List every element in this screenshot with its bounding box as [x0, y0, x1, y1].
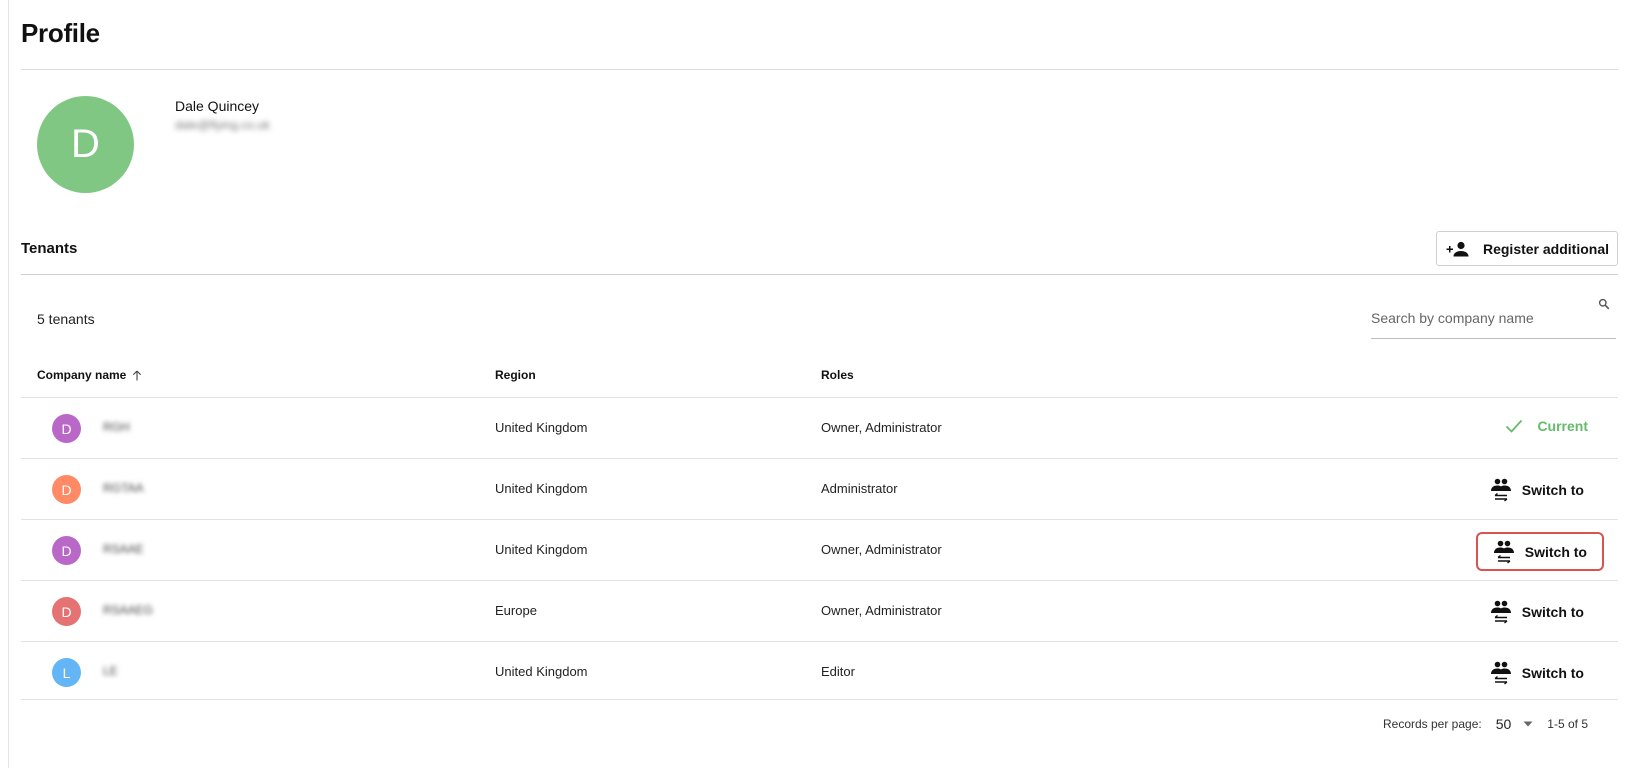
company-name: LE — [103, 664, 118, 678]
roles: Editor — [821, 664, 855, 679]
page-range: 1-5 of 5 — [1547, 717, 1588, 731]
switch-tenant-icon — [1490, 600, 1511, 624]
roles: Owner, Administrator — [821, 603, 942, 618]
roles: Owner, Administrator — [821, 542, 942, 557]
switch-to-button[interactable]: Switch to — [1475, 532, 1604, 571]
tenant-avatar-letter: D — [61, 603, 72, 620]
table-row: D RGTAA United Kingdom Administrator Swi… — [21, 458, 1618, 520]
tenant-count: 5 tenants — [37, 311, 95, 327]
current-tenant-indicator: Current — [1505, 418, 1588, 434]
column-header-roles[interactable]: Roles — [821, 368, 854, 382]
region: United Kingdom — [495, 481, 588, 496]
roles: Administrator — [821, 481, 898, 496]
chevron-down-icon[interactable] — [1523, 721, 1533, 727]
check-icon — [1506, 419, 1523, 433]
current-label: Current — [1537, 418, 1588, 434]
sort-ascending-icon — [133, 370, 142, 380]
search-field — [1371, 296, 1616, 339]
switch-to-button[interactable]: Switch to — [1484, 473, 1590, 506]
switch-to-label: Switch to — [1524, 543, 1587, 560]
left-border — [8, 0, 9, 768]
tenant-avatar: L — [52, 658, 81, 687]
tenant-avatar-letter: D — [61, 542, 72, 559]
company-name: RSAAEG — [103, 603, 154, 617]
page-title: Profile — [21, 18, 100, 48]
user-avatar-letter: D — [71, 122, 100, 166]
region: Europe — [495, 603, 537, 618]
company-name: RGH — [103, 420, 130, 434]
switch-tenant-icon — [1490, 478, 1511, 502]
region: United Kingdom — [495, 542, 588, 557]
records-per-page-label: Records per page: — [1382, 717, 1482, 731]
pagination: Records per page: 50 1-5 of 5 — [1383, 716, 1588, 732]
column-header-roles-label: Roles — [821, 368, 854, 382]
tenant-avatar: D — [52, 475, 81, 504]
tenant-avatar-letter: D — [61, 481, 72, 498]
divider — [21, 274, 1618, 275]
column-header-company[interactable]: Company name — [37, 368, 142, 382]
add-person-icon — [1446, 241, 1469, 256]
tenants-section-title: Tenants — [21, 240, 78, 257]
company-name: RSAAE — [103, 542, 144, 556]
divider — [21, 69, 1618, 70]
switch-tenant-icon — [1493, 540, 1514, 564]
tenant-avatar-letter: D — [61, 420, 72, 437]
tenant-avatar-letter: L — [62, 664, 71, 681]
register-additional-button[interactable]: Register additional — [1436, 231, 1618, 266]
profile-page: Profile D Dale Quincey dale@flying.co.uk… — [21, 0, 1618, 768]
roles: Owner, Administrator — [821, 420, 942, 435]
switch-to-label: Switch to — [1521, 481, 1584, 498]
divider — [21, 699, 1618, 700]
register-additional-label: Register additional — [1482, 240, 1610, 257]
switch-to-label: Switch to — [1521, 603, 1584, 620]
column-header-region[interactable]: Region — [495, 368, 536, 382]
column-header-company-label: Company name — [37, 368, 127, 382]
user-avatar: D — [37, 96, 134, 193]
search-input[interactable] — [1371, 310, 1581, 326]
switch-to-button[interactable]: Switch to — [1484, 656, 1590, 689]
tenant-avatar: D — [52, 414, 81, 443]
tenant-avatar: D — [52, 597, 81, 626]
search-icon[interactable] — [1598, 298, 1610, 310]
tenant-avatar: D — [52, 536, 81, 565]
company-name: RGTAA — [103, 481, 144, 495]
table-row: D RSAAE United Kingdom Owner, Administra… — [21, 519, 1618, 581]
table-row: L LE United Kingdom Editor Switch to — [21, 641, 1618, 703]
region: United Kingdom — [495, 420, 588, 435]
table-row: D RGH United Kingdom Owner, Administrato… — [21, 397, 1618, 459]
switch-to-label: Switch to — [1521, 664, 1584, 681]
switch-to-button[interactable]: Switch to — [1484, 595, 1590, 628]
table-row: D RSAAEG Europe Owner, Administrator Swi… — [21, 580, 1618, 642]
user-name: Dale Quincey — [175, 98, 260, 114]
switch-tenant-icon — [1490, 661, 1511, 685]
column-header-region-label: Region — [495, 368, 536, 382]
records-per-page-select[interactable]: 50 — [1496, 716, 1512, 732]
user-email: dale@flying.co.uk — [175, 118, 270, 132]
region: United Kingdom — [495, 664, 588, 679]
